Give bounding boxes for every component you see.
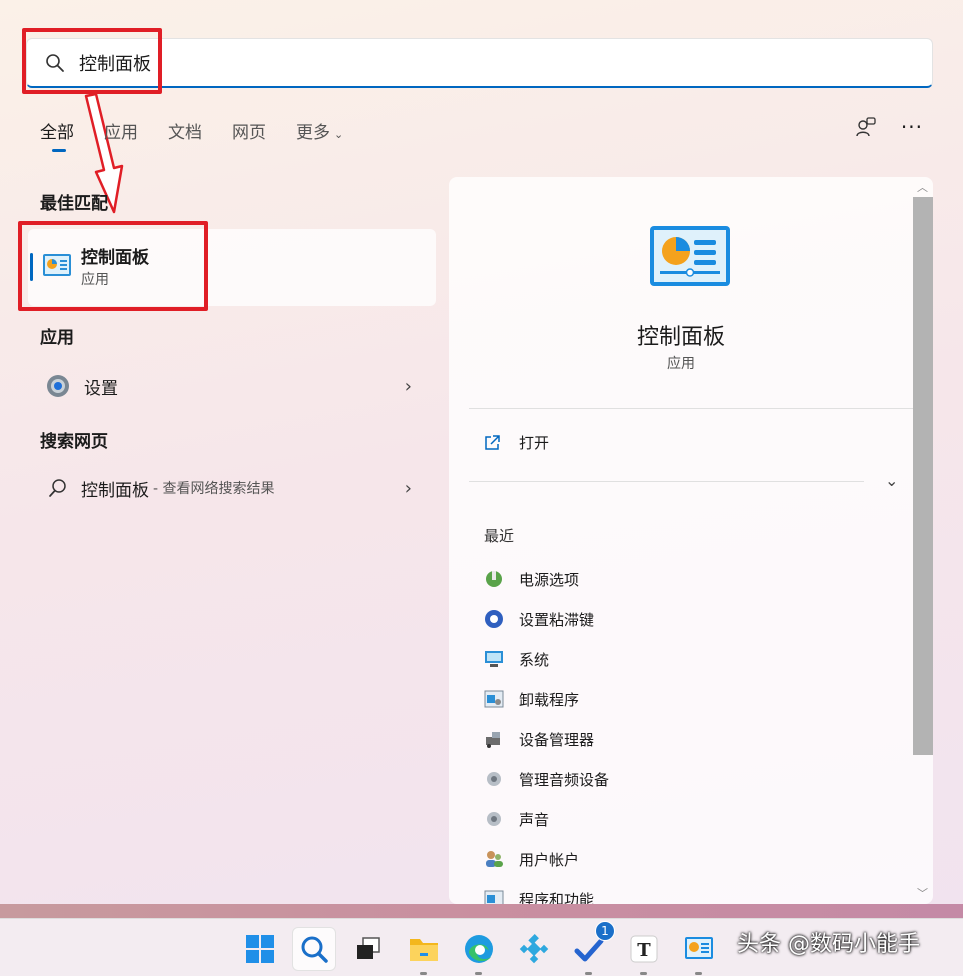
open-label: 打开 <box>519 434 550 452</box>
search-input[interactable]: 控制面板 <box>26 38 933 88</box>
tab-more[interactable]: 更多 ⌄ <box>296 118 343 143</box>
recent-item-user-accounts[interactable]: 用户帐户 <box>483 848 579 870</box>
recent-item-label: 管理音频设备 <box>519 770 610 789</box>
chevron-down-icon: ⌄ <box>334 128 344 141</box>
tab-documents[interactable]: 文档 <box>168 118 202 143</box>
power-options-icon <box>486 571 502 587</box>
task-view-icon[interactable] <box>346 927 390 971</box>
web-result[interactable]: 控制面板 - 查看网络搜索结果 › <box>40 468 420 508</box>
control-panel-large-icon <box>650 226 730 286</box>
annotation-box-best-match <box>18 221 208 311</box>
search-icon[interactable] <box>292 927 336 971</box>
recent-item-audio-devices[interactable]: 管理音频设备 <box>483 768 609 790</box>
annotation-box-search <box>22 28 162 94</box>
app-result-label: 设置 <box>84 378 118 399</box>
web-result-label: 控制面板 <box>81 480 149 501</box>
watermark-text: 头条 @数码小能手 <box>737 932 920 957</box>
filter-tabs: 全部 应用 文档 网页 更多 ⌄ <box>40 118 373 152</box>
header-actions: ··· <box>855 116 923 138</box>
scroll-down-icon[interactable]: ﹀ <box>917 885 928 901</box>
running-indicator <box>640 972 647 975</box>
web-search-heading: 搜索网页 <box>40 432 108 452</box>
recent-item-system[interactable]: 系统 <box>483 648 549 670</box>
detail-scrollbar[interactable]: ︿ ﹀ <box>913 177 933 904</box>
edge-icon[interactable] <box>457 927 501 975</box>
svg-text:T: T <box>637 940 651 961</box>
divider <box>469 408 913 409</box>
programs-features-icon <box>484 890 504 904</box>
device-manager-icon <box>486 732 500 748</box>
open-external-icon <box>485 434 500 450</box>
settings-gear-icon <box>47 375 69 397</box>
panel-bottom-edge <box>0 904 963 918</box>
chevron-right-icon[interactable]: › <box>405 478 412 499</box>
tab-all[interactable]: 全部 <box>40 118 74 152</box>
uninstall-icon <box>484 690 504 708</box>
more-options-icon[interactable]: ··· <box>901 117 923 137</box>
todo-icon[interactable]: 1 <box>567 921 615 975</box>
recent-item-label: 电源选项 <box>519 570 580 589</box>
running-indicator <box>420 972 427 975</box>
share-profile-icon[interactable] <box>855 116 877 138</box>
running-indicator <box>585 972 592 975</box>
sticky-keys-icon <box>485 610 503 628</box>
recent-item-label: 程序和功能 <box>519 890 595 905</box>
best-match-heading: 最佳匹配 <box>40 194 108 214</box>
windows-start-icon[interactable] <box>238 927 282 971</box>
start-search-panel: 控制面板 全部 应用 文档 网页 更多 ⌄ ··· 最佳匹配 控制面板 应用 应… <box>0 0 963 918</box>
detail-title: 控制面板 <box>636 325 725 350</box>
typora-icon[interactable]: T <box>622 927 666 975</box>
chevron-right-icon[interactable]: › <box>405 376 412 397</box>
sound-icon <box>487 812 501 826</box>
expand-chevron-icon[interactable]: ⌄ <box>885 471 898 490</box>
user-accounts-icon <box>486 851 503 867</box>
tab-web[interactable]: 网页 <box>232 118 266 143</box>
divider <box>469 481 864 482</box>
recent-item-label: 设备管理器 <box>519 730 595 749</box>
recent-item-label: 卸载程序 <box>519 690 580 709</box>
file-explorer-icon[interactable] <box>402 927 446 975</box>
recent-item-sound[interactable]: 声音 <box>483 808 549 830</box>
scroll-up-icon[interactable]: ︿ <box>917 179 928 195</box>
running-indicator <box>695 972 702 975</box>
running-indicator <box>475 972 482 975</box>
system-icon <box>485 651 503 667</box>
tab-more-label: 更多 <box>296 123 330 143</box>
open-action[interactable]: 打开 <box>483 432 549 453</box>
recent-item-label: 设置粘滞键 <box>519 610 595 629</box>
apps-heading: 应用 <box>40 328 74 348</box>
web-result-sub: - 查看网络搜索结果 <box>153 481 275 497</box>
recent-item-label: 用户帐户 <box>519 850 580 869</box>
kodi-icon[interactable] <box>512 927 556 971</box>
recent-item-label: 系统 <box>519 650 550 669</box>
tab-apps[interactable]: 应用 <box>104 118 138 143</box>
recent-item-device-manager[interactable]: 设备管理器 <box>483 728 594 750</box>
search-icon <box>49 479 66 497</box>
recent-item-sticky-keys[interactable]: 设置粘滞键 <box>483 608 594 630</box>
detail-subtitle: 应用 <box>667 356 695 372</box>
scrollbar-thumb[interactable] <box>913 197 933 755</box>
recent-heading: 最近 <box>484 527 515 545</box>
recent-item-label: 声音 <box>519 810 550 829</box>
recent-item-programs-features[interactable]: 程序和功能 <box>483 888 594 904</box>
audio-devices-icon <box>487 772 501 786</box>
app-result-settings[interactable]: 设置 › <box>40 366 420 406</box>
notification-badge: 1 <box>595 921 615 941</box>
control-panel-icon[interactable] <box>677 927 721 975</box>
recent-item-uninstall[interactable]: 卸载程序 <box>483 688 579 710</box>
recent-item-power-options[interactable]: 电源选项 <box>483 568 579 590</box>
result-detail-pane: 控制面板 应用 打开 ⌄ 最近 电源选项 设置粘滞键 系统 卸载程序 设备管理器… <box>449 177 933 904</box>
